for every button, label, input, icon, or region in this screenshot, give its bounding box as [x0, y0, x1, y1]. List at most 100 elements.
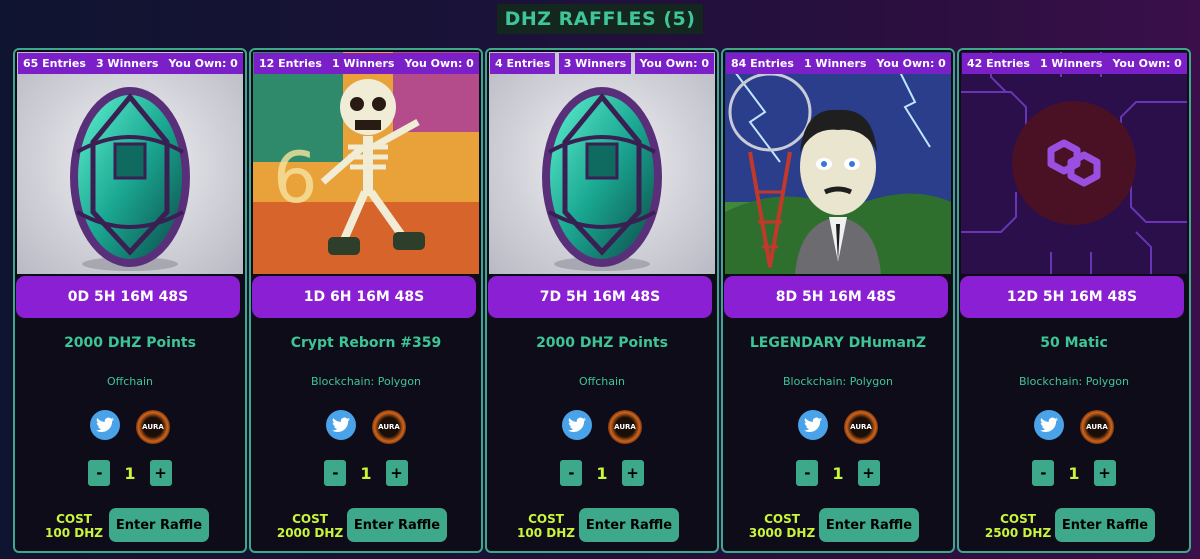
- cost-block: COST 3000 DHZ: [737, 512, 827, 540]
- raffle-card: 65 Entries 3 Winners You Own: 0 0D 5H 16…: [13, 48, 247, 553]
- aura-icon[interactable]: AURA: [844, 410, 878, 444]
- chain-label: Blockchain: Polygon: [311, 375, 421, 388]
- cost-value: 100 DHZ: [517, 526, 575, 540]
- header: DHZ RAFFLES (5): [0, 4, 1200, 34]
- owned-badge: You Own: 0: [871, 53, 951, 74]
- enter-raffle-button[interactable]: Enter Raffle: [819, 508, 919, 542]
- owned-badge: You Own: 0: [399, 53, 479, 74]
- decrement-button[interactable]: -: [560, 460, 583, 486]
- cost-label: COST: [764, 512, 800, 526]
- quantity-stepper: - 1 +: [251, 460, 481, 486]
- increment-button[interactable]: +: [149, 460, 172, 486]
- quantity-value: 1: [124, 463, 136, 483]
- chain-label: Blockchain: Polygon: [783, 375, 893, 388]
- winners-badge: 3 Winners: [558, 53, 632, 74]
- svg-text:6: 6: [273, 137, 318, 219]
- raffle-image-egg: [489, 52, 715, 274]
- cost-label: COST: [1000, 512, 1036, 526]
- increment-button[interactable]: +: [857, 460, 880, 486]
- raffle-card: 6 12 Entries 1 Winners You Own: 0 1D 6H …: [249, 48, 483, 553]
- chain-label: Blockchain: Polygon: [1019, 375, 1129, 388]
- raffle-badges: 12 Entries 1 Winners You Own: 0: [254, 53, 479, 74]
- raffle-image-egg: [17, 52, 243, 274]
- twitter-icon[interactable]: [562, 410, 592, 440]
- increment-button[interactable]: +: [1093, 460, 1116, 486]
- raffle-card: 84 Entries 1 Winners You Own: 0 8D 5H 16…: [721, 48, 955, 553]
- cost-label: COST: [56, 512, 92, 526]
- countdown-timer: 8D 5H 16M 48S: [724, 276, 948, 318]
- decrement-button[interactable]: -: [324, 460, 347, 486]
- decrement-button[interactable]: -: [88, 460, 111, 486]
- raffle-card: 42 Entries 1 Winners You Own: 0 12D 5H 1…: [957, 48, 1191, 553]
- chain-label: Offchain: [106, 375, 154, 388]
- raffle-image-matic: [961, 52, 1187, 274]
- cost-block: COST 100 DHZ: [29, 512, 119, 540]
- raffle-image-character: [725, 52, 951, 274]
- increment-button[interactable]: +: [621, 460, 644, 486]
- twitter-icon[interactable]: [1034, 410, 1064, 440]
- social-links: AURA: [959, 410, 1189, 444]
- quantity-value: 1: [596, 463, 608, 483]
- aura-icon[interactable]: AURA: [608, 410, 642, 444]
- owned-badge: You Own: 0: [634, 53, 714, 74]
- raffle-badges: 42 Entries 1 Winners You Own: 0: [962, 53, 1187, 74]
- entries-badge: 84 Entries: [726, 53, 799, 74]
- cost-block: COST 100 DHZ: [501, 512, 591, 540]
- entries-badge: 65 Entries: [18, 53, 91, 74]
- winners-badge: 1 Winners: [798, 53, 872, 74]
- enter-raffle-button[interactable]: Enter Raffle: [347, 508, 447, 542]
- raffle-card: 4 Entries 3 Winners You Own: 0 7D 5H 16M…: [485, 48, 719, 553]
- winners-badge: 1 Winners: [1034, 53, 1108, 74]
- raffle-badges: 4 Entries 3 Winners You Own: 0: [490, 53, 714, 74]
- prize-title: 50 Matic: [1040, 335, 1108, 351]
- winners-badge: 3 Winners: [90, 53, 164, 74]
- aura-icon[interactable]: AURA: [1080, 410, 1114, 444]
- prize-title: 2000 DHZ Points: [536, 335, 668, 351]
- raffle-badges: 65 Entries 3 Winners You Own: 0: [18, 53, 243, 74]
- prize-title: Crypt Reborn #359: [290, 335, 442, 351]
- decrement-button[interactable]: -: [796, 460, 819, 486]
- countdown-timer: 12D 5H 16M 48S: [960, 276, 1184, 318]
- cost-block: COST 2500 DHZ: [973, 512, 1063, 540]
- quantity-value: 1: [832, 463, 844, 483]
- enter-raffle-button[interactable]: Enter Raffle: [1055, 508, 1155, 542]
- quantity-value: 1: [1068, 463, 1080, 483]
- countdown-timer: 0D 5H 16M 48S: [16, 276, 240, 318]
- prize-title: LEGENDARY DHumanZ: [749, 335, 927, 351]
- cost-value: 3000 DHZ: [748, 526, 816, 540]
- entries-badge: 12 Entries: [254, 53, 327, 74]
- cost-label: COST: [528, 512, 564, 526]
- aura-icon[interactable]: AURA: [136, 410, 170, 444]
- cost-value: 100 DHZ: [45, 526, 103, 540]
- cost-value: 2000 DHZ: [276, 526, 344, 540]
- twitter-icon[interactable]: [326, 410, 356, 440]
- quantity-stepper: - 1 +: [723, 460, 953, 486]
- entries-badge: 4 Entries: [490, 53, 556, 74]
- countdown-timer: 1D 6H 16M 48S: [252, 276, 476, 318]
- cost-value: 2500 DHZ: [984, 526, 1052, 540]
- page-title: DHZ RAFFLES (5): [496, 4, 704, 34]
- quantity-value: 1: [360, 463, 372, 483]
- raffle-badges: 84 Entries 1 Winners You Own: 0: [726, 53, 951, 74]
- social-links: AURA: [487, 410, 717, 444]
- quantity-stepper: - 1 +: [487, 460, 717, 486]
- cost-block: COST 2000 DHZ: [265, 512, 355, 540]
- enter-raffle-button[interactable]: Enter Raffle: [109, 508, 209, 542]
- social-links: AURA: [251, 410, 481, 444]
- social-links: AURA: [723, 410, 953, 444]
- cost-label: COST: [292, 512, 328, 526]
- winners-badge: 1 Winners: [326, 53, 400, 74]
- owned-badge: You Own: 0: [1107, 53, 1187, 74]
- owned-badge: You Own: 0: [163, 53, 243, 74]
- prize-title: 2000 DHZ Points: [64, 335, 196, 351]
- social-links: AURA: [15, 410, 245, 444]
- twitter-icon[interactable]: [90, 410, 120, 440]
- entries-badge: 42 Entries: [962, 53, 1035, 74]
- chain-label: Offchain: [578, 375, 626, 388]
- twitter-icon[interactable]: [798, 410, 828, 440]
- increment-button[interactable]: +: [385, 460, 408, 486]
- decrement-button[interactable]: -: [1032, 460, 1055, 486]
- aura-icon[interactable]: AURA: [372, 410, 406, 444]
- raffle-image-skeleton: 6: [253, 52, 479, 274]
- enter-raffle-button[interactable]: Enter Raffle: [579, 508, 679, 542]
